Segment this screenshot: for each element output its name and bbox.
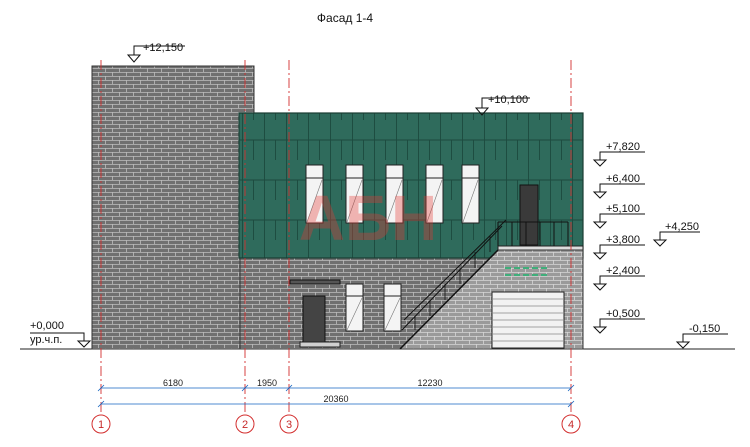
facade-drawing: Фасад 1-4 АБН 1 2 3 4 6180 1950 12230 20… bbox=[20, 11, 735, 434]
axis-label: 1 bbox=[98, 419, 104, 431]
level-label: +4,250 bbox=[665, 221, 699, 233]
level-label: +0,500 bbox=[606, 308, 640, 320]
level-label: +12,150 bbox=[143, 42, 183, 54]
entrance-canopy bbox=[289, 279, 341, 285]
brick-tower bbox=[91, 65, 255, 350]
dimension-label: 12230 bbox=[417, 378, 442, 388]
axis-label: 2 bbox=[242, 419, 248, 431]
axis-markers: 1 2 3 4 bbox=[91, 414, 581, 434]
level-label: +0,000 bbox=[30, 320, 64, 332]
axis-label: 3 bbox=[286, 419, 292, 431]
level-label: +3,800 bbox=[606, 234, 640, 246]
level-label: +10,100 bbox=[488, 94, 528, 106]
dimension-label: 20360 bbox=[323, 394, 348, 404]
upper-door bbox=[519, 184, 539, 246]
dimension-label: 6180 bbox=[163, 378, 183, 388]
drawing-title: Фасад 1-4 bbox=[317, 11, 373, 25]
level-label: +2,400 bbox=[606, 265, 640, 277]
level-label: +6,400 bbox=[606, 173, 640, 185]
level-label: +7,820 bbox=[606, 141, 640, 153]
dimension-label: 1950 bbox=[257, 378, 277, 388]
window bbox=[461, 164, 480, 224]
level-label: +5,100 bbox=[606, 203, 640, 215]
balcony-slab bbox=[497, 245, 584, 251]
watermark: АБН bbox=[299, 182, 437, 254]
level-label: -0,150 bbox=[689, 323, 720, 335]
entrance-door bbox=[302, 295, 326, 343]
axis-label: 4 bbox=[568, 419, 574, 431]
level-note: ур.ч.п. bbox=[30, 334, 62, 346]
